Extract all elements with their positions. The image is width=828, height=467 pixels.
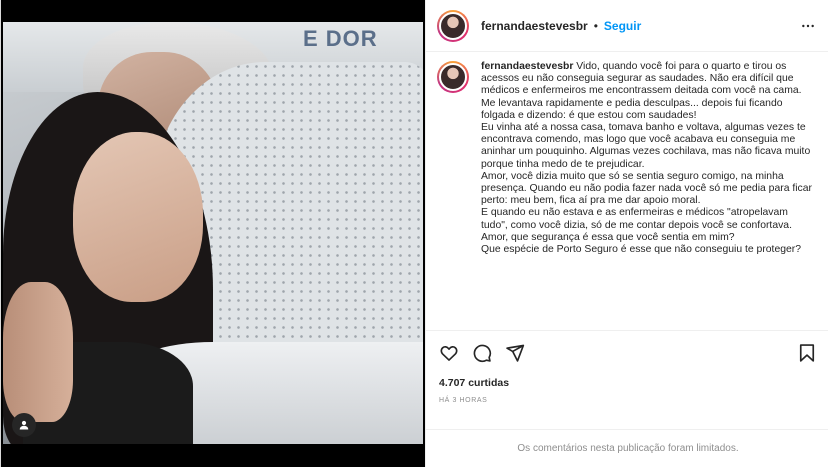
post-actions: 4.707 curtidas HÁ 3 HORAS [426,330,828,438]
post-time[interactable]: HÁ 3 HORAS [439,397,487,404]
author-username[interactable]: fernandaestevesbr [481,19,588,33]
post-header: fernandaestevesbr • Seguir [426,0,828,52]
post-caption: fernandaestevesbr Vido, quando você foi … [426,52,828,330]
follow-button[interactable]: Seguir [604,19,641,33]
author-avatar[interactable] [437,9,469,42]
photo-sign: E DOR [303,26,378,51]
bookmark-icon[interactable] [797,343,817,363]
likes-count[interactable]: 4.707 curtidas [439,377,509,389]
comment-icon[interactable] [472,343,492,363]
action-icons [439,343,525,363]
photo-content: E DOR [3,22,423,444]
post-side-panel: fernandaestevesbr • Seguir fernandaestev… [425,0,828,467]
caption-text: fernandaestevesbr Vido, quando você foi … [481,61,814,330]
user-tag-button[interactable] [12,413,36,437]
comments-limited-notice: Os comentários nesta publicação foram li… [426,429,828,467]
post-modal: E DOR fernandaestevesbr • Seguir fernand… [0,0,828,467]
heart-icon[interactable] [439,343,459,363]
caption-username[interactable]: fernandaestevesbr [481,61,573,72]
user-tag-icon [19,420,29,430]
header-separator: • [593,18,598,33]
caption-author-avatar[interactable] [437,61,469,93]
share-icon[interactable] [505,343,525,363]
post-photo[interactable]: E DOR [1,0,425,467]
caption-body: Vido, quando você foi para o quarto e ti… [481,61,812,256]
more-options-icon[interactable] [800,18,816,34]
photo-woman-face [73,132,203,302]
photo-arm [3,282,73,422]
